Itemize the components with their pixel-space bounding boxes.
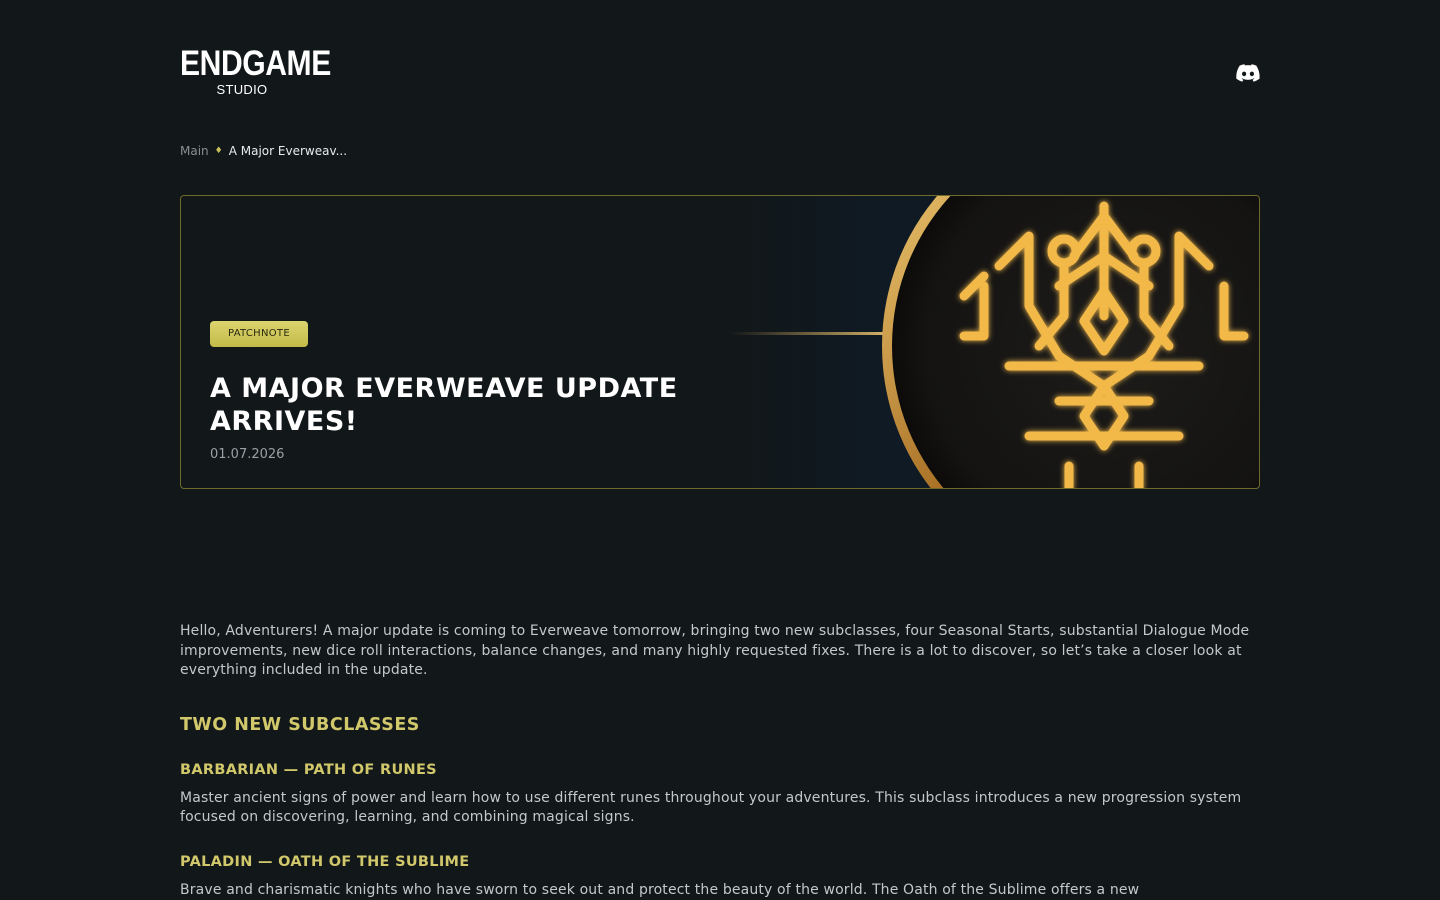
subclass-heading-paladin: PALADIN — OATH OF THE SUBLIME [180,853,470,870]
breadcrumb-main-link[interactable]: Main [180,143,209,159]
subclass-heading-barbarian: BARBARIAN — PATH OF RUNES [180,761,437,778]
breadcrumb-current: A Major Everweav... [228,144,348,158]
article-intro: Hello, Adventurers! A major update is co… [180,623,1250,678]
hero-card: PATCHNOTE A MAJOR EVERWEAVE UPDATE ARRIV… [180,195,1260,489]
breadcrumb-diamond-icon: ♦ [214,146,223,156]
discord-icon[interactable] [1236,62,1260,84]
article-body: Hello, Adventurers! A major update is co… [180,622,1260,900]
hero-content: PATCHNOTE A MAJOR EVERWEAVE UPDATE ARRIV… [210,321,730,464]
logo-wordmark: ENDGAME [180,44,331,83]
studio-logo[interactable]: ENDGAME STUDIO [180,44,331,97]
page-title: A MAJOR EVERWEAVE UPDATE ARRIVES! [210,373,678,437]
logo-subtitle: STUDIO [216,82,268,97]
publish-date: 01.07.2026 [210,447,285,462]
page: ENDGAME STUDIO Main ♦ A Major Everweav..… [180,0,1260,898]
hero-rune-emblem-image [729,196,1259,488]
subclass-description-paladin: Brave and charismatic knights who have s… [180,881,1140,898]
subclass-description-barbarian: Master ancient signs of power and learn … [180,789,1242,826]
site-header: ENDGAME STUDIO [180,0,1260,130]
breadcrumb: Main ♦ A Major Everweav... [180,143,347,159]
category-badge[interactable]: PATCHNOTE [210,321,308,347]
section-heading: TWO NEW SUBCLASSES [180,714,420,735]
